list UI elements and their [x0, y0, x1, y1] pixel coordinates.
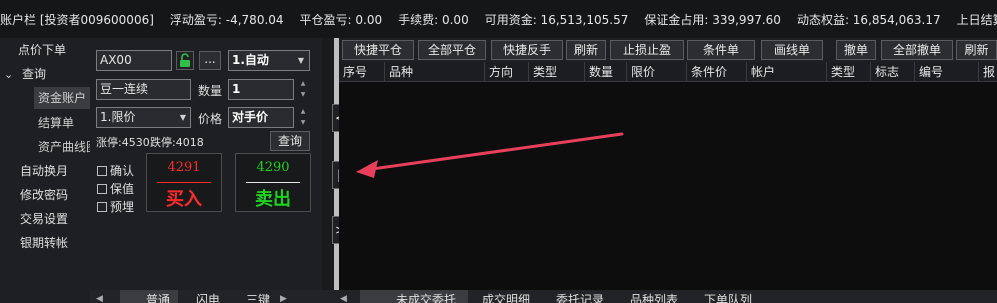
col-header[interactable]: 编号 [915, 62, 979, 82]
nav-click-order[interactable]: 点价下单 [18, 41, 66, 58]
left-nav: 点价下单 ⌄ 查询 资金账户 结算单 资产曲线图 自动换月 修改密码 交易设置 … [0, 38, 90, 290]
price-type-value: 1.限价 [100, 110, 136, 124]
tab-order-records[interactable]: 委托记录 [556, 290, 604, 303]
tab-normal[interactable]: 普通 [120, 290, 178, 303]
mode-select[interactable]: 1.自动 ▼ [228, 50, 310, 71]
col-header[interactable]: 报 [979, 62, 997, 82]
account-input[interactable]: AX00 [96, 50, 172, 71]
order-toolbar: 快捷平仓 全部平仓 快捷反手 刷新 止损止盈 条件单 画线单 撤单 全部撤单 刷… [339, 38, 997, 62]
tab-flash[interactable]: 闪电 [196, 290, 220, 303]
contract-input[interactable]: 豆一连续 [96, 79, 191, 100]
buy-price: 4291 [167, 160, 201, 175]
scroll-right-icon[interactable]: ▶ [280, 290, 287, 303]
sell-divider [246, 182, 300, 183]
limit-up: 涨停:4530 [96, 136, 150, 149]
col-header[interactable]: 帐户 [747, 62, 827, 82]
tab-contract-list[interactable]: 品种列表 [630, 290, 678, 303]
nav-bank-transfer[interactable]: 银期转帐 [20, 234, 68, 251]
sell-button[interactable]: 4290 卖出 [235, 153, 311, 212]
buy-button[interactable]: 4291 买入 [146, 153, 222, 212]
bottom-left-spacer [0, 290, 90, 303]
hedge-label: 保值 [110, 182, 135, 196]
col-header[interactable]: 方向 [485, 62, 529, 82]
stop-loss-button[interactable]: 止损止盈 [610, 40, 684, 60]
dropdown-arrow-icon: ▼ [297, 56, 304, 65]
sell-price: 4290 [256, 160, 290, 175]
confirm-checkbox[interactable]: 确认 [97, 162, 134, 179]
buy-divider [157, 182, 211, 183]
grid-header: 序号 品种 方向 类型 数量 限价 条件价 帐户 类型 标志 编号 报 [339, 62, 997, 82]
nav-change-password[interactable]: 修改密码 [20, 186, 68, 203]
tab-pending-orders[interactable]: 未成交委托 [360, 290, 468, 303]
line-order-button[interactable]: 画线单 [761, 40, 823, 60]
col-header[interactable]: 数量 [585, 62, 627, 82]
last-settlement: 上日结算: 16,853 [956, 12, 997, 27]
nav-asset-curve[interactable]: 资产曲线图 [38, 138, 90, 155]
quick-reverse-button[interactable]: 快捷反手 [491, 40, 563, 60]
cancel-all-button[interactable]: 全部撤单 [881, 40, 953, 60]
preorder-checkbox[interactable]: 预埋 [97, 198, 134, 215]
query-button[interactable]: 查询 [270, 131, 310, 151]
col-header[interactable]: 类型 [529, 62, 585, 82]
qty-input[interactable]: 1 [228, 79, 294, 100]
col-header[interactable]: 限价 [627, 62, 687, 82]
price-type-select[interactable]: 1.限价 ▼ [96, 107, 191, 128]
nav-fund-account[interactable]: 资金账户 [34, 87, 90, 109]
limit-down: 跌停:4018 [150, 136, 204, 149]
fee: 手续费: 0.00 [398, 12, 469, 27]
tab-order-queue[interactable]: 下单队列 [704, 290, 752, 303]
close-all-button[interactable]: 全部平仓 [418, 40, 486, 60]
price-input[interactable]: 对手价 [228, 107, 294, 128]
col-header[interactable]: 条件价 [687, 62, 747, 82]
float-pl: 浮动盈亏: -4,780.04 [169, 12, 284, 27]
close-pl: 平仓盈亏: 0.00 [299, 12, 383, 27]
nav-trade-settings[interactable]: 交易设置 [20, 210, 68, 227]
dropdown-arrow-icon: ▼ [179, 113, 186, 122]
nav-query[interactable]: ⌄ 查询 [4, 65, 46, 82]
more-button[interactable]: ... [199, 51, 221, 70]
preorder-label: 预埋 [110, 200, 135, 214]
col-header[interactable]: 类型 [827, 62, 871, 82]
dynamic-equity: 动态权益: 16,854,063.17 [796, 12, 941, 27]
confirm-label: 确认 [110, 164, 135, 178]
nav-settlement[interactable]: 结算单 [38, 114, 74, 131]
scroll-left-icon[interactable]: ◀ [96, 290, 103, 303]
margin-used: 保证金占用: 339,997.60 [644, 12, 781, 27]
sell-label: 卖出 [255, 189, 291, 210]
qty-label: 数量 [198, 84, 223, 98]
quick-close-button[interactable]: 快捷平仓 [342, 40, 414, 60]
refresh-button[interactable]: 刷新 [566, 40, 606, 60]
col-header[interactable]: 序号 [339, 62, 385, 82]
available-funds: 可用资金: 16,513,105.57 [484, 12, 629, 27]
cancel-button[interactable]: 撤单 [836, 40, 876, 60]
condition-order-button[interactable]: 条件单 [687, 40, 755, 60]
tab-fill-details[interactable]: 成交明细 [482, 290, 530, 303]
account-label: 账户栏 [投资者009600006] [0, 12, 154, 27]
scroll-left-icon-2[interactable]: ◀ [340, 290, 347, 303]
unlock-icon[interactable] [176, 51, 194, 70]
buy-label: 买入 [166, 189, 202, 210]
mode-value: 1.自动 [232, 53, 269, 67]
tab-three-key[interactable]: 三键 [246, 290, 270, 303]
orders-grid[interactable]: 序号 品种 方向 类型 数量 限价 条件价 帐户 类型 标志 编号 报 [339, 62, 997, 290]
price-stepper[interactable]: ▲ ▼ [298, 107, 308, 128]
order-panel: AX00 ... 1.自动 ▼ 豆一连续 数量 1 ▲ ▼ 1.限价 ▼ 价格 对… [90, 38, 322, 290]
hedge-checkbox[interactable]: 保值 [97, 180, 134, 197]
bottom-tab-bar: ◀ 普通 闪电 三键 ▶ ◀ 未成交委托 成交明细 委托记录 品种列表 下单队列 [90, 290, 997, 303]
qty-stepper[interactable]: ▲ ▼ [298, 79, 308, 100]
chevron-down-icon: ⌄ [4, 68, 14, 81]
col-header[interactable]: 品种 [385, 62, 485, 82]
nav-auto-rollover[interactable]: 自动换月 [20, 162, 68, 179]
nav-query-label: 查询 [22, 67, 47, 81]
account-status-bar: 账户栏 [投资者009600006] 浮动盈亏: -4,780.04 平仓盈亏:… [0, 0, 997, 38]
refresh-button-2[interactable]: 刷新 [956, 40, 997, 60]
col-header[interactable]: 标志 [871, 62, 915, 82]
price-label: 价格 [198, 112, 223, 126]
